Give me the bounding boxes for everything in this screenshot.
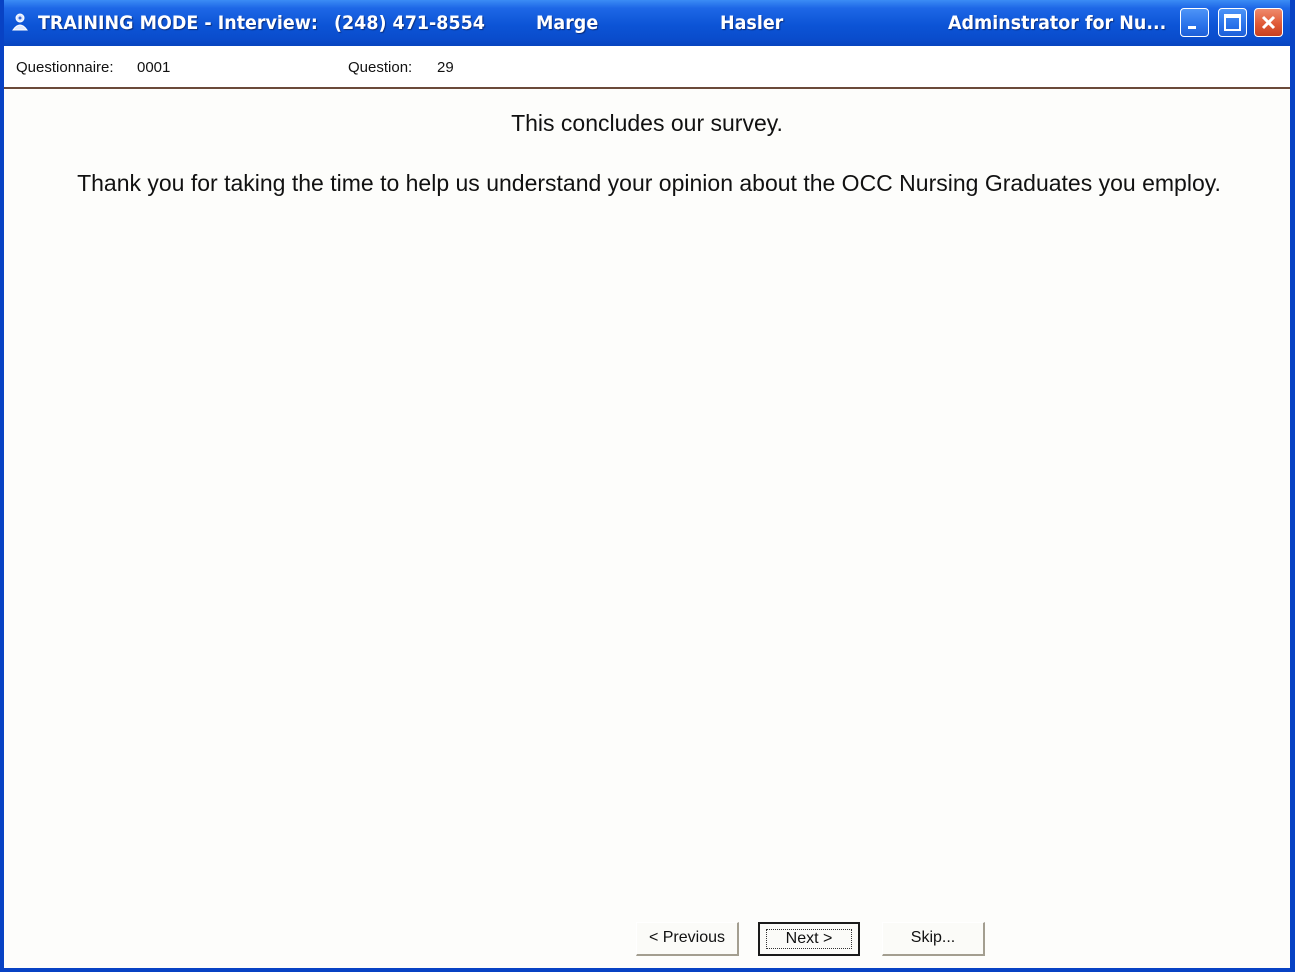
question-label: Question:	[348, 59, 413, 76]
next-button[interactable]: Next >	[758, 922, 860, 956]
title-role: Adminstrator for Nu...	[948, 12, 1167, 34]
maximize-button[interactable]	[1218, 8, 1247, 37]
close-button[interactable]	[1254, 8, 1283, 37]
skip-button[interactable]: Skip...	[882, 922, 985, 956]
questionnaire-value: 0001	[137, 59, 171, 76]
title-mode: TRAINING MODE - Interview:	[38, 12, 318, 34]
title-first-name: Marge	[536, 12, 599, 34]
title-bar[interactable]: TRAINING MODE - Interview: (248) 471-855…	[4, 0, 1290, 46]
title-phone: (248) 471-8554	[334, 12, 485, 34]
application-window: TRAINING MODE - Interview: (248) 471-855…	[0, 0, 1295, 972]
minimize-icon	[1188, 26, 1196, 29]
questionnaire-label: Questionnaire:	[16, 59, 114, 76]
close-icon	[1261, 15, 1276, 30]
maximize-icon	[1224, 14, 1241, 31]
previous-button[interactable]: < Previous	[636, 922, 739, 956]
conclusion-text: This concludes our survey.	[511, 110, 783, 136]
next-button-label: Next >	[785, 930, 833, 947]
minimize-button[interactable]	[1180, 8, 1209, 37]
question-value: 29	[437, 59, 454, 76]
info-bar: Questionnaire: 0001 Question: 29	[4, 46, 1290, 89]
app-icon	[12, 13, 28, 31]
title-last-name: Hasler	[720, 12, 784, 34]
thank-you-text: Thank you for taking the time to help us…	[77, 170, 1221, 196]
client-area: Questionnaire: 0001 Question: 29 This co…	[4, 46, 1290, 968]
